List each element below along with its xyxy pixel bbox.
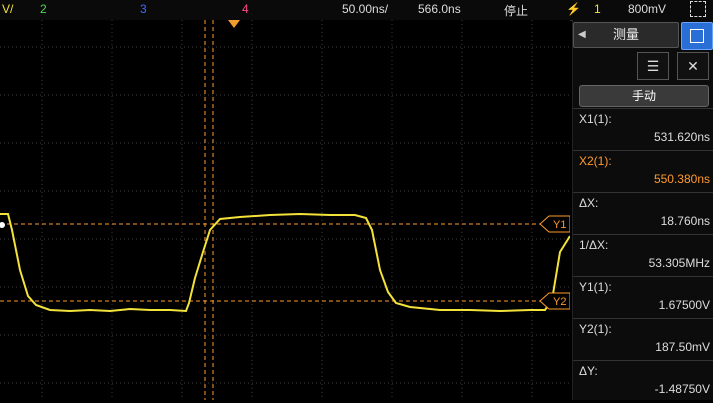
measurement-row-delta-x: ΔX: 18.760ns (573, 192, 713, 235)
channel-3-indicator[interactable]: 3 (140, 2, 147, 16)
delta-y-label: ΔY: (579, 364, 598, 378)
y2-value: 187.50mV (655, 340, 710, 354)
chevron-left-icon: ◀ (578, 29, 586, 40)
measurement-row-x2: X2(1): 550.380ns (573, 150, 713, 193)
inverse-delta-x-label: 1/ΔX: (579, 238, 609, 252)
delta-x-value: 18.760ns (660, 214, 710, 228)
y2-label: Y2(1): (579, 322, 612, 336)
x2-value: 550.380ns (653, 172, 710, 186)
trigger-level[interactable]: 800mV (628, 2, 666, 16)
menu-toggle-button[interactable] (681, 22, 713, 50)
inverse-delta-x-value: 53.305MHz (648, 256, 710, 270)
cursor-y1-label: Y1 (553, 219, 566, 231)
delay-readout[interactable]: 566.0ns (418, 2, 461, 16)
measurement-row-y2: Y2(1): 187.50mV (573, 318, 713, 361)
measure-panel: ◀ 测量 ☰ ✕ 手动 X1(1): 531.620ns X2(1): 550.… (572, 20, 713, 400)
y1-label: Y1(1): (579, 280, 612, 294)
x1-value: 531.620ns (653, 130, 710, 144)
measurement-row-y1: Y1(1): 1.67500V (573, 276, 713, 319)
list-icon: ☰ (646, 58, 660, 74)
measurement-row-inverse-delta-x: 1/ΔX: 53.305MHz (573, 234, 713, 277)
waveform-display[interactable]: Y1 Y2 (0, 20, 570, 400)
measurement-row-delta-y: ΔY: -1.48750V (573, 360, 713, 403)
delta-x-label: ΔX: (579, 196, 599, 210)
delta-y-value: -1.48750V (654, 382, 710, 396)
y1-value: 1.67500V (658, 298, 710, 312)
tab-measure[interactable]: ◀ 测量 (573, 22, 679, 48)
channel-2-indicator[interactable]: 2 (40, 2, 47, 16)
close-icon: ✕ (687, 58, 699, 74)
list-button[interactable]: ☰ (637, 52, 669, 80)
x2-label: X2(1): (579, 154, 612, 168)
acquire-icon[interactable] (690, 1, 706, 17)
close-button[interactable]: ✕ (677, 52, 709, 80)
menu-icon (690, 29, 704, 43)
tab-measure-label: 测量 (612, 27, 639, 42)
cursor-y2-label: Y2 (553, 296, 566, 308)
x1-label: X1(1): (579, 112, 612, 126)
timebase-readout[interactable]: 50.00ns/ (342, 2, 388, 16)
channel-1-scale[interactable]: V/ (2, 2, 13, 16)
trigger-edge-icon: ⚡ (566, 2, 581, 16)
run-state[interactable]: 停止 (504, 2, 528, 19)
channel-4-indicator[interactable]: 4 (242, 2, 249, 16)
top-status-bar: V/ 2 3 4 50.00ns/ 566.0ns 停止 ⚡ 1 800mV (0, 0, 713, 21)
trigger-channel[interactable]: 1 (594, 2, 601, 16)
manual-mode-button[interactable]: 手动 (579, 85, 709, 107)
measurement-row-x1: X1(1): 531.620ns (573, 108, 713, 151)
